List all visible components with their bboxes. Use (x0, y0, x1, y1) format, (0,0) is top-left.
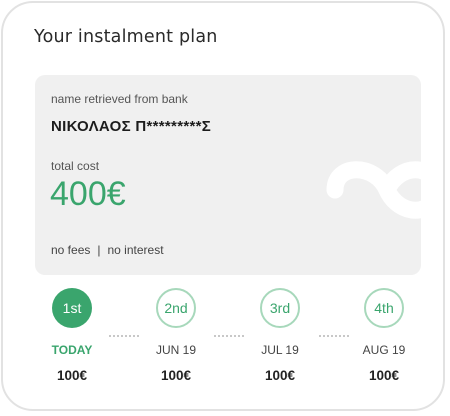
no-interest-text: no interest (107, 243, 164, 257)
instalment-step-1: 1st (52, 288, 92, 328)
account-holder-name: ΝΙΚΟΛΑΟΣ Π*********Σ (51, 118, 212, 135)
instalment-date-2: JUN 19 (155, 343, 196, 357)
fee-info: no fees | no interest (51, 243, 164, 257)
instalment-amount-1: 100€ (56, 368, 88, 383)
instalment-date-1: TODAY (51, 343, 93, 357)
instalment-step-4: 4th (364, 288, 404, 328)
instalment-date-3: JUL 19 (261, 343, 299, 357)
info-separator: | (97, 243, 101, 257)
total-cost-value: 400€ (50, 175, 126, 213)
instalment-amount-4: 100€ (368, 368, 400, 383)
plan-summary-panel: name retrieved from bank ΝΙΚΟΛΑΟΣ Π*****… (35, 75, 421, 275)
instalment-date-4: AUG 19 (362, 343, 406, 357)
total-cost-label: total cost (51, 159, 100, 173)
step-connector (319, 335, 349, 337)
no-fees-text: no fees (51, 243, 91, 257)
step-connector (214, 335, 244, 337)
brand-logo-watermark-icon (326, 161, 421, 219)
instalment-step-2: 2nd (156, 288, 196, 328)
plan-title: Your instalment plan (34, 27, 218, 47)
instalment-step-3: 3rd (260, 288, 300, 328)
step-connector (109, 335, 139, 337)
account-holder-label: name retrieved from bank (51, 92, 188, 106)
instalment-amount-3: 100€ (264, 368, 296, 383)
instalment-amount-2: 100€ (160, 368, 192, 383)
